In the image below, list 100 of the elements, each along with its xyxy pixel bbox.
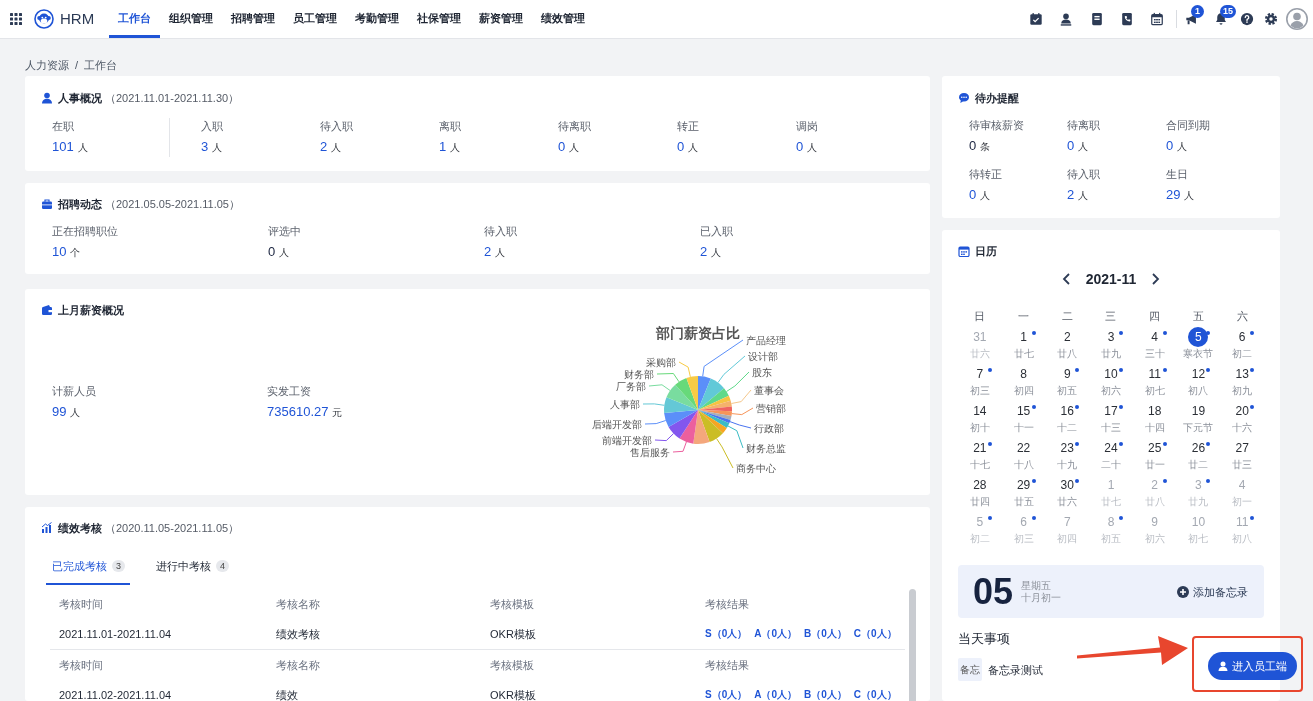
chevron-left-icon[interactable] [1061,273,1071,285]
stat-value: 0 [677,138,685,156]
avatar-icon[interactable] [1286,8,1308,30]
lunar-date: 初二 [1232,348,1253,360]
grade-result-link[interactable]: A（0人） [754,687,798,701]
calendar-day[interactable]: 20 [1232,401,1253,421]
calendar-day[interactable]: 27 [1232,438,1253,458]
breadcrumb-link[interactable]: 人力资源 [25,57,69,73]
stat-label: 正在招聘职位 [52,224,118,239]
grade-result-link[interactable]: C（0人） [853,687,897,701]
tab[interactable]: 已完成考核 3 [46,554,130,585]
grade-result-link[interactable]: B（0人） [804,687,847,701]
grade-result-link[interactable]: B（0人） [804,626,847,642]
employee-portal-button[interactable]: 进入员工端 [1208,652,1297,680]
calendar-day[interactable]: 21 [969,438,990,458]
calendar-day[interactable]: 24 [1101,438,1121,458]
weekday-label: 四 [1149,309,1161,324]
calendar-day[interactable]: 13 [1232,364,1253,384]
calendar-day[interactable]: 19 [1188,401,1209,421]
card-title: 绩效考核 [58,521,102,536]
stat-label: 已入职 [700,224,733,239]
stat-unit: 人 [1177,140,1188,154]
lunar-date: 十八 [1013,459,1034,471]
nav-tab[interactable]: 员工管理 [284,0,347,38]
stat-unit: 人 [77,141,88,155]
stat-unit: 人 [70,405,81,420]
calendar-day[interactable]: 25 [1144,438,1165,458]
calendar-day[interactable]: 1 [1013,327,1034,347]
calendar-check-icon[interactable] [1029,12,1043,26]
nav-tab[interactable]: 薪资管理 [470,0,533,38]
settings-icon[interactable] [1264,12,1278,26]
stat-unit: 元 [332,405,343,420]
calendar-day[interactable]: 26 [1188,438,1209,458]
nav-tab[interactable]: 绩效管理 [532,0,595,38]
stat-value: 1 [439,138,447,156]
card-title: 待办提醒 [975,91,1019,106]
add-memo-button[interactable]: 添加备忘录 [1177,583,1248,600]
calendar-day[interactable]: 30 [1057,475,1078,495]
nav-tab[interactable]: 组织管理 [160,0,223,38]
lunar-date: 寒衣节 [1183,348,1214,360]
nav-tab[interactable]: 考勤管理 [346,0,409,38]
user-icon[interactable] [1059,12,1073,26]
chart-label: 营销部 [756,403,786,414]
calendar-day[interactable]: 2 [1057,327,1078,347]
stat-label: 待入职 [484,224,517,239]
calendar-day[interactable]: 11 [1144,364,1165,384]
chart-label: 财务部 [624,369,654,380]
lunar-date: 廿一 [1144,459,1165,471]
stat-label: 离职 [439,119,461,134]
stat-label: 计薪人员 [52,383,96,399]
tab[interactable]: 进行中考核 4 [150,554,235,585]
apps-icon[interactable] [10,13,22,25]
calendar-day[interactable]: 14 [969,401,990,421]
date-range: （2021.05.05-2021.11.05） [105,197,240,212]
chevron-right-icon[interactable] [1151,273,1161,285]
calendar-icon[interactable] [1150,12,1164,26]
calendar-day[interactable]: 22 [1013,438,1034,458]
leader-line [716,438,734,469]
calendar-day[interactable]: 18 [1144,401,1165,421]
chat-bubble-icon [958,92,970,104]
grade-result-link[interactable]: C（0人） [853,626,897,642]
calendar-day[interactable]: 23 [1057,438,1078,458]
calendar-day[interactable]: 10 [1101,364,1121,384]
grade-result-link[interactable]: S（0人） [705,687,748,701]
calendar-day[interactable]: 5 [1188,327,1209,347]
notification-badge: 15 [1220,5,1236,18]
calendar-day[interactable]: 29 [1013,475,1034,495]
nav-tab[interactable]: 社保管理 [408,0,471,38]
calendar-day[interactable]: 28 [969,475,990,495]
calendar-day[interactable]: 4 [1144,327,1165,347]
stat-unit: 人 [279,246,290,260]
scrollbar-thumb[interactable] [909,589,916,701]
lunar-date: 廿九 [1101,348,1121,360]
document-icon[interactable] [1090,12,1104,26]
phone-book-icon[interactable] [1120,12,1134,26]
column-header: 考核名称 [276,658,320,673]
calendar-day[interactable]: 12 [1188,364,1209,384]
chart-label: 行政部 [754,423,784,434]
grade-result-link[interactable]: S（0人） [705,626,748,642]
calendar-day[interactable]: 16 [1057,401,1078,421]
calendar-day[interactable]: 3 [1101,327,1121,347]
weekday-label: 日 [974,309,986,324]
help-icon[interactable] [1240,12,1254,26]
calendar-day[interactable]: 8 [1013,364,1034,384]
memo-weekday: 星期五 [1021,579,1052,592]
chart-label: 股东 [752,367,772,378]
calendar-day[interactable]: 15 [1013,401,1034,421]
calendar-day[interactable]: 17 [1101,401,1121,421]
lunar-date: 二十 [1101,459,1121,471]
chart-label: 商务中心 [736,463,776,474]
briefcase-icon [41,198,53,210]
lunar-date: 初五 [1057,385,1078,397]
calendar-day[interactable]: 9 [1057,364,1078,384]
chart-label: 前端开发部 [602,435,652,446]
nav-tab[interactable]: 招聘管理 [222,0,285,38]
calendar-day[interactable]: 6 [1232,327,1253,347]
nav-tab[interactable]: 工作台 [109,0,161,38]
chart-label: 产品经理 [746,335,786,346]
grade-result-link[interactable]: A（0人） [754,626,798,642]
calendar-day[interactable]: 7 [969,364,990,384]
